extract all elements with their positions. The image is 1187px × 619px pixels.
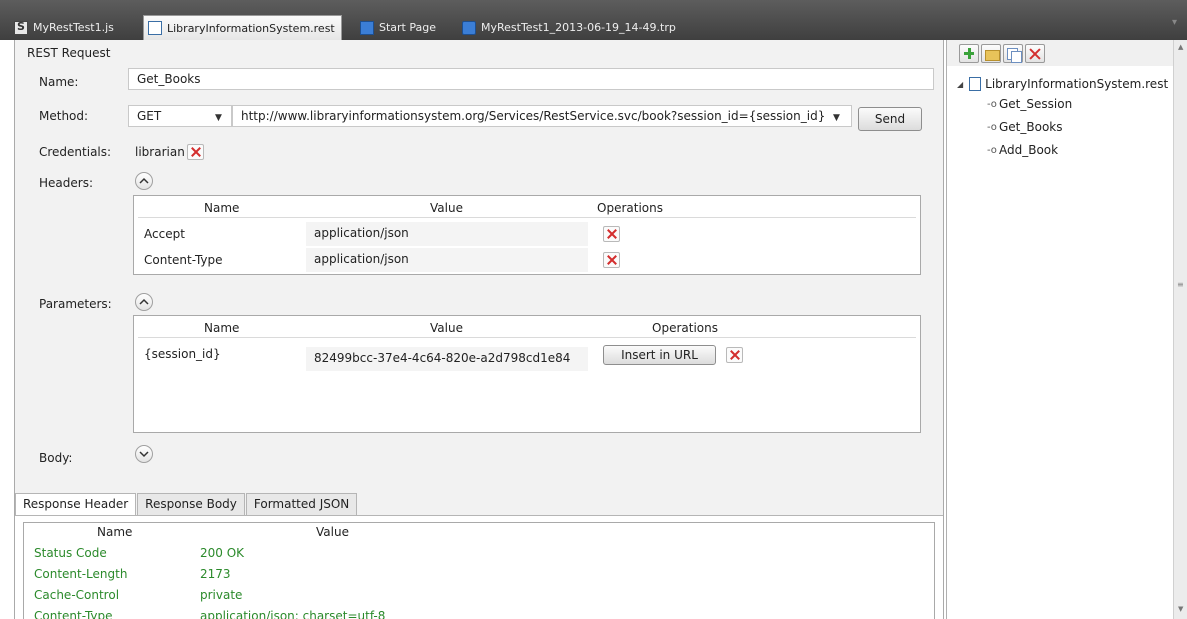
add-icon[interactable]: [959, 44, 979, 63]
tree-item-add-book[interactable]: -o Add_Book: [987, 143, 1058, 157]
insert-in-url-button[interactable]: Insert in URL: [603, 345, 716, 365]
name-field[interactable]: Get_Books: [128, 68, 934, 90]
tab-response-header[interactable]: Response Header: [15, 493, 137, 515]
delete-header-icon[interactable]: [603, 226, 620, 242]
column-header-value: Value: [430, 321, 463, 335]
delete-icon[interactable]: [1025, 44, 1045, 63]
response-header-grid: Name Value Status Code 200 OK Content-Le…: [23, 522, 935, 619]
response-header-name: Content-Length: [34, 567, 128, 581]
delete-parameter-icon[interactable]: [726, 347, 743, 363]
tab-label: MyRestTest1_2013-06-19_14-49.trp: [481, 21, 676, 34]
scroll-up-icon[interactable]: ▲: [1178, 43, 1183, 51]
document-tab-strip: MyRestTest1.js LibraryInformationSystem.…: [0, 0, 1187, 40]
tree-root-library-information-system[interactable]: ◢ LibraryInformationSystem.rest: [957, 77, 1168, 91]
header-value-cell[interactable]: application/json: [306, 222, 588, 246]
response-header-value: private: [200, 588, 243, 602]
copy-icon[interactable]: [1003, 44, 1023, 63]
column-header-name: Name: [204, 201, 240, 215]
script-file-icon: [14, 20, 28, 35]
tree-expand-arrow-icon[interactable]: ◢: [957, 80, 963, 89]
column-header-operations: Operations: [652, 321, 718, 335]
tab-myresttest1-js[interactable]: MyRestTest1.js: [10, 15, 120, 40]
tab-response-body[interactable]: Response Body: [137, 493, 245, 515]
response-tabs: Response Header Response Body Formatted …: [15, 493, 358, 515]
response-header-value: application/json; charset=utf-8: [200, 609, 386, 619]
request-node-icon: -o: [987, 121, 997, 133]
tab-start-page[interactable]: Start Page: [356, 15, 442, 40]
url-field[interactable]: http://www.libraryinformationsystem.org/…: [232, 105, 852, 127]
credentials-label: Credentials:: [39, 145, 112, 159]
header-divider: [138, 217, 916, 218]
request-node-icon: -o: [987, 98, 997, 110]
send-button[interactable]: Send: [858, 107, 922, 131]
headers-label: Headers:: [39, 176, 93, 190]
method-label: Method:: [39, 109, 89, 123]
rest-file-icon: [148, 21, 162, 35]
response-header-name: Content-Type: [34, 609, 113, 619]
url-dropdown-icon[interactable]: ▼: [833, 113, 840, 123]
response-header-value: 2173: [200, 567, 231, 581]
tree-root-label: LibraryInformationSystem.rest: [985, 77, 1169, 91]
rest-request-editor: REST Request Name: Get_Books Method: GET…: [14, 40, 944, 619]
response-header-panel: Name Value Status Code 200 OK Content-Le…: [15, 515, 943, 619]
header-value-cell[interactable]: application/json: [306, 248, 588, 272]
tab-label: MyRestTest1.js: [33, 21, 114, 34]
tab-myresttest1-trp[interactable]: MyRestTest1_2013-06-19_14-49.trp: [458, 15, 682, 40]
name-label: Name:: [39, 75, 79, 89]
column-header-value: Value: [316, 525, 349, 539]
start-page-icon: [360, 20, 374, 35]
open-folder-icon[interactable]: [981, 44, 1001, 63]
section-title: REST Request: [27, 46, 111, 60]
vertical-scrollbar[interactable]: ▲ ≡ ▼: [1173, 40, 1187, 619]
tree-item-label: Get_Session: [999, 97, 1073, 111]
delete-header-icon[interactable]: [603, 252, 620, 268]
scroll-down-icon[interactable]: ▼: [1178, 605, 1183, 613]
headers-grid: Name Value Operations Accept application…: [133, 195, 921, 275]
request-node-icon: -o: [987, 144, 997, 156]
scroll-grip-icon[interactable]: ≡: [1177, 280, 1184, 289]
header-divider: [138, 337, 916, 338]
tab-label: Start Page: [379, 21, 436, 34]
tab-formatted-json[interactable]: Formatted JSON: [245, 493, 358, 515]
remove-credentials-icon[interactable]: [187, 144, 204, 160]
tree-item-label: Get_Books: [999, 120, 1063, 134]
credentials-value: librarian: [135, 145, 185, 159]
collapse-parameters-icon[interactable]: [135, 293, 153, 311]
column-header-name: Name: [204, 321, 240, 335]
header-name-cell[interactable]: Accept: [144, 227, 185, 241]
tree-item-get-session[interactable]: -o Get_Session: [987, 97, 1072, 111]
column-header-name: Name: [97, 525, 133, 539]
rest-file-icon: [969, 77, 982, 91]
explorer-toolbar: [947, 40, 1174, 66]
parameters-label: Parameters:: [39, 297, 112, 311]
method-dropdown-icon[interactable]: ▼: [215, 113, 222, 123]
column-header-value: Value: [430, 201, 463, 215]
tree-item-label: Add_Book: [999, 143, 1059, 157]
header-name-cell[interactable]: Content-Type: [144, 253, 223, 267]
parameters-grid: Name Value Operations {session_id} 82499…: [133, 315, 921, 433]
response-header-name: Status Code: [34, 546, 107, 560]
parameter-name-cell[interactable]: {session_id}: [144, 347, 221, 361]
response-header-value: 200 OK: [200, 546, 245, 560]
tab-label: LibraryInformationSystem.rest: [167, 21, 335, 35]
rest-explorer-panel: ◢ LibraryInformationSystem.rest -o Get_S…: [946, 40, 1187, 619]
parameter-value-cell[interactable]: 82499bcc-37e4-4c64-820e-a2d798cd1e84: [306, 347, 588, 371]
response-header-name: Cache-Control: [34, 588, 120, 602]
tab-list-dropdown-icon[interactable]: ▾: [1172, 17, 1177, 28]
collapse-headers-icon[interactable]: [135, 172, 153, 190]
body-label: Body:: [39, 451, 73, 465]
tab-library-information-system-rest[interactable]: LibraryInformationSystem.rest: [143, 15, 342, 40]
expand-body-icon[interactable]: [135, 445, 153, 463]
trp-file-icon: [462, 20, 476, 35]
column-header-operations: Operations: [597, 201, 663, 215]
tree-item-get-books[interactable]: -o Get_Books: [987, 120, 1063, 134]
